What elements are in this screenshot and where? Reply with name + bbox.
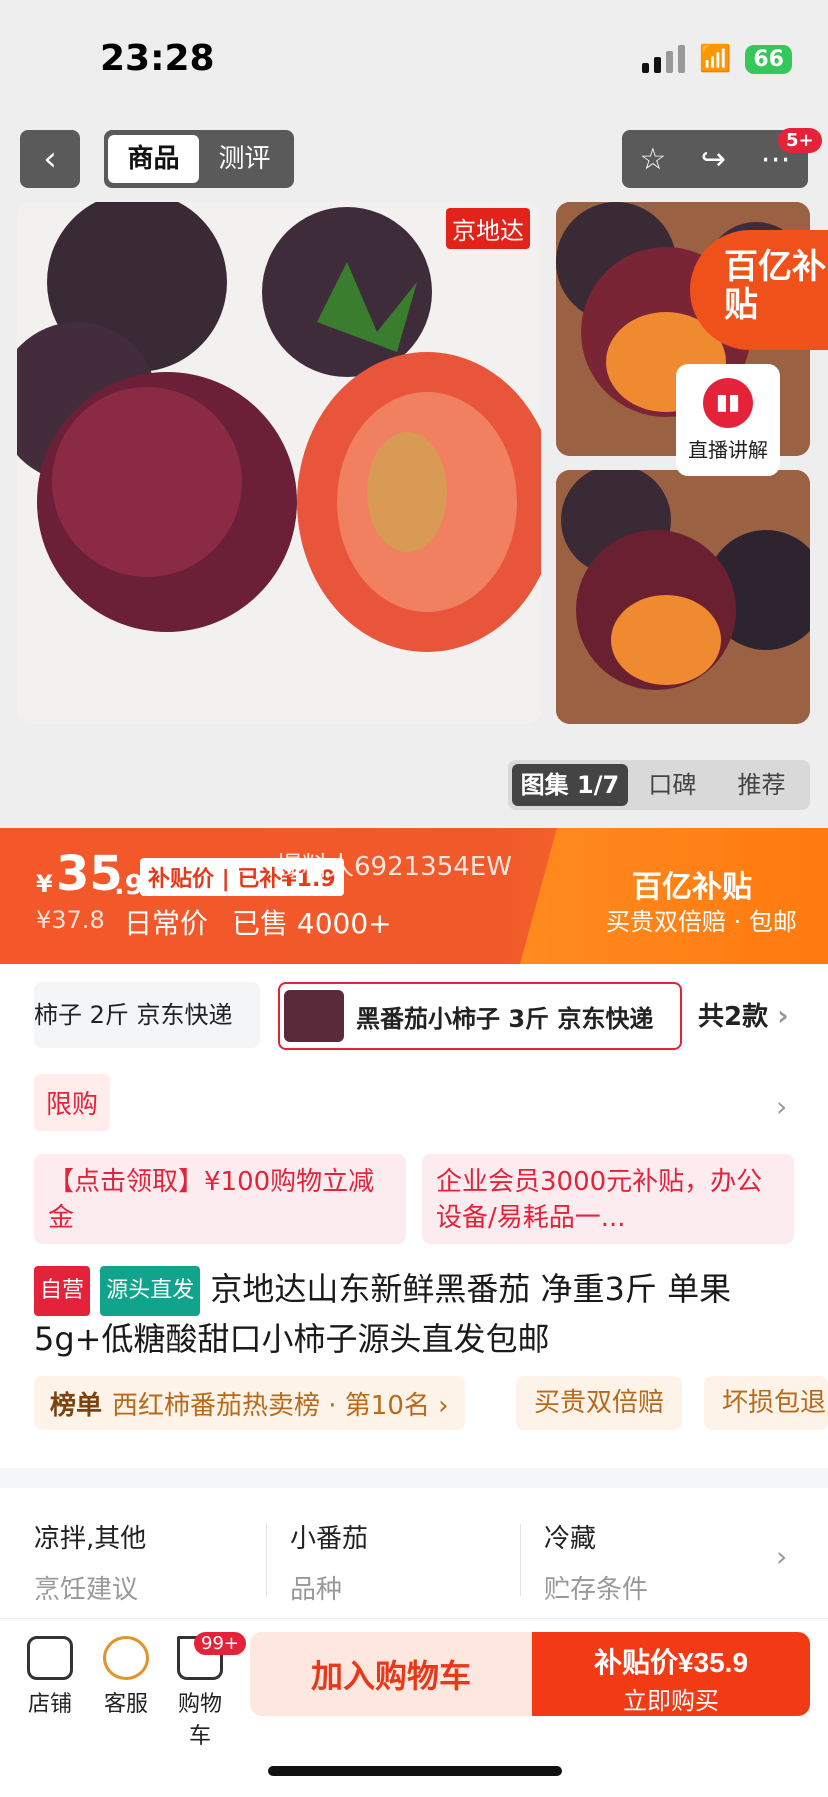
chevron-right-icon[interactable]: › (776, 1090, 787, 1123)
attribute-value: 小番茄 (290, 1524, 369, 1554)
rank-label: 榜单 (50, 1390, 103, 1421)
product-title: 自营 源头直发 京地达山东新鲜黑番茄 净重3斤 单果5g+低糖酸甜口小柿子源头直… (34, 1266, 794, 1362)
service-label: 客服 (103, 1692, 148, 1717)
store-label: 店铺 (27, 1692, 72, 1717)
cart-count-badge: 99+ (194, 1632, 246, 1655)
cart-label: 购物车 (177, 1692, 222, 1749)
service-button[interactable]: 客服 (94, 1636, 158, 1718)
limit-tag: 限购 (34, 1074, 111, 1131)
attribute-key: 品种 (290, 1575, 343, 1605)
signal-icon (642, 45, 685, 73)
battery-icon: 66 (745, 44, 792, 74)
coupon-text: 企业会员3000元补贴，办公设备/易耗品一... (436, 1167, 763, 1233)
chevron-right-icon: › (777, 999, 789, 1032)
buy-now-button[interactable]: 补贴价¥35.9 立即购买 (532, 1632, 810, 1716)
chevron-left-icon: ‹ (43, 139, 57, 179)
seg-recommend[interactable]: 推荐 (717, 764, 806, 806)
variant-option[interactable]: 柿子 2斤 京东快递 (34, 982, 260, 1048)
attribute-value: 凉拌,其他 (34, 1524, 147, 1554)
variant-count[interactable]: 共2款 › (698, 996, 789, 1033)
attribute-separator (266, 1524, 267, 1596)
price-integer: 35 (56, 846, 123, 902)
product-main-image[interactable] (17, 202, 541, 724)
coupon-card[interactable]: 企业会员3000元补贴，办公设备/易耗品一... (422, 1154, 794, 1244)
variant-label: 柿子 2斤 京东快递 (34, 1001, 233, 1029)
home-indicator (268, 1766, 562, 1776)
seg-reputation[interactable]: 口碑 (628, 764, 717, 806)
add-to-cart-button[interactable]: 加入购物车 (250, 1632, 532, 1716)
attribute-separator (520, 1524, 521, 1596)
status-time: 23:28 (100, 38, 215, 79)
brand-tag: 京地达 (446, 208, 530, 249)
old-price: ¥37.8 (36, 906, 105, 934)
attribute-key: 烹饪建议 (34, 1575, 139, 1605)
daily-price-label: 日常价 (124, 907, 209, 940)
guarantee-pill[interactable]: 坏损包退 (704, 1376, 828, 1430)
reporter-text: 爆料人6921354EW (276, 852, 512, 882)
self-operated-tag: 自营 (34, 1266, 91, 1316)
buy-price: 补贴价¥35.9 (593, 1647, 749, 1678)
attribute-value: 冷藏 (544, 1524, 597, 1554)
variant-count-label: 共2款 (698, 1002, 769, 1032)
tab-review[interactable]: 测评 (199, 135, 290, 183)
guarantee-pill[interactable]: 买贵双倍赔 (516, 1376, 683, 1430)
price-currency: ¥ (36, 870, 53, 898)
attribute-key: 贮存条件 (544, 1575, 649, 1605)
variant-thumb (284, 990, 344, 1042)
rank-text: 西红柿番茄热卖榜 · 第10名 › (112, 1390, 449, 1421)
chevron-right-icon[interactable]: › (776, 1540, 787, 1573)
message-badge: 5+ (778, 128, 822, 153)
subsidy-title[interactable]: 百亿补贴 (632, 862, 752, 906)
status-icons: 📶 66 (642, 44, 792, 74)
product-thumb-2[interactable] (556, 470, 810, 724)
nav-tabs: 商品 测评 (104, 130, 294, 188)
wifi-icon: 📶 (699, 44, 732, 74)
back-button[interactable]: ‹ (20, 130, 80, 188)
live-label: 直播讲解 (688, 438, 768, 462)
rank-badge[interactable]: 榜单 西红柿番茄热卖榜 · 第10名 › (34, 1376, 465, 1430)
attribute-item: 小番茄 品种 (290, 1518, 368, 1606)
source-direct-tag: 源头直发 (100, 1266, 201, 1316)
tab-product[interactable]: 商品 (108, 135, 199, 183)
store-icon (27, 1636, 73, 1680)
subsidy-float-badge[interactable]: 百亿补贴 (690, 230, 828, 350)
coupon-text: 【点击领取】¥100购物立减金 (48, 1167, 375, 1233)
attribute-item: 凉拌,其他 烹饪建议 (34, 1518, 146, 1606)
sold-count: 已售 4000+ (232, 907, 392, 940)
buy-label: 立即购买 (623, 1688, 719, 1715)
star-icon[interactable]: ☆ (639, 142, 666, 177)
live-explain-button[interactable]: ▮▮ 直播讲解 (676, 364, 780, 476)
gallery-segments: 图集 1/7 口碑 推荐 (508, 760, 810, 810)
section-divider (0, 1468, 828, 1488)
share-icon[interactable]: ↪ (701, 142, 726, 177)
coupon-card[interactable]: 【点击领取】¥100购物立减金 (34, 1154, 406, 1244)
attribute-item: 冷藏 贮存条件 (544, 1518, 648, 1606)
subsidy-subtitle: 买贵双倍赔 · 包邮 (606, 908, 797, 936)
store-button[interactable]: 店铺 (18, 1636, 82, 1718)
variant-option-selected[interactable]: 黑番茄小柿子 3斤 京东快递 (278, 982, 682, 1050)
service-icon (103, 1636, 149, 1680)
live-icon: ▮▮ (703, 378, 753, 428)
variant-label: 黑番茄小柿子 3斤 京东快递 (356, 1004, 654, 1033)
seg-gallery[interactable]: 图集 1/7 (512, 764, 628, 806)
